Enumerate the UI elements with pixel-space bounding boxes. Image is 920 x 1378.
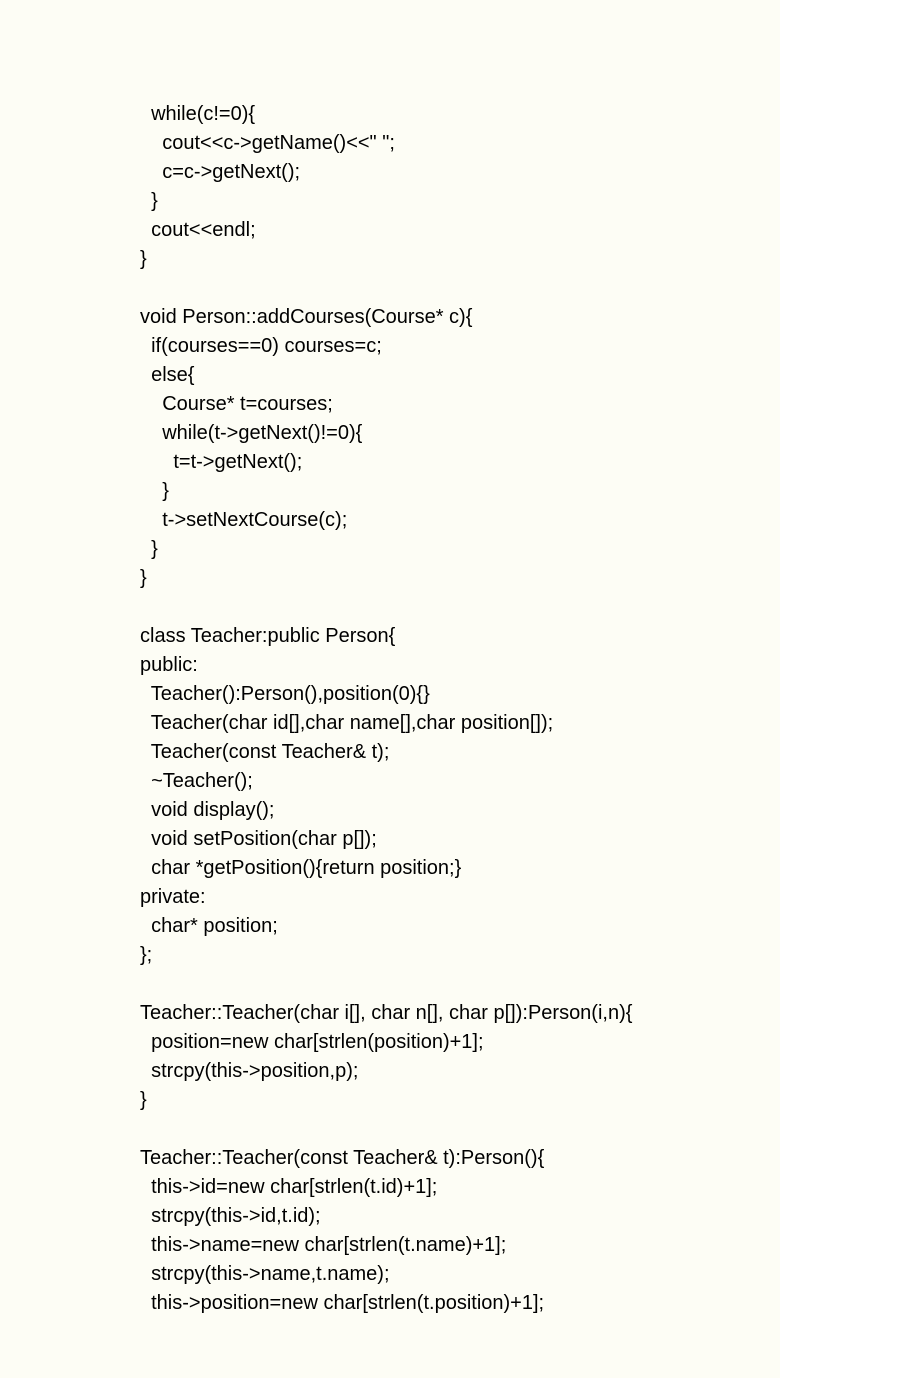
code-line [140,274,780,303]
code-block: while(c!=0){ cout<<c->getName()<<" "; c=… [140,100,780,1318]
code-line [140,593,780,622]
code-line: }; [140,941,780,970]
code-line: while(t->getNext()!=0){ [140,419,780,448]
code-line: t->setNextCourse(c); [140,506,780,535]
code-line: if(courses==0) courses=c; [140,332,780,361]
code-line [140,1115,780,1144]
code-line: public: [140,651,780,680]
code-line: char *getPosition(){return position;} [140,854,780,883]
code-line: Teacher::Teacher(char i[], char n[], cha… [140,999,780,1028]
code-line: } [140,187,780,216]
code-line: Teacher(const Teacher& t); [140,738,780,767]
code-line: void setPosition(char p[]); [140,825,780,854]
code-line: while(c!=0){ [140,100,780,129]
code-line: Teacher::Teacher(const Teacher& t):Perso… [140,1144,780,1173]
code-line: strcpy(this->name,t.name); [140,1260,780,1289]
code-line: strcpy(this->id,t.id); [140,1202,780,1231]
code-line: cout<<endl; [140,216,780,245]
document-page: while(c!=0){ cout<<c->getName()<<" "; c=… [0,0,780,1378]
code-line: Teacher(char id[],char name[],char posit… [140,709,780,738]
code-line: } [140,477,780,506]
code-line: private: [140,883,780,912]
code-line: this->name=new char[strlen(t.name)+1]; [140,1231,780,1260]
code-line: strcpy(this->position,p); [140,1057,780,1086]
code-line: c=c->getNext(); [140,158,780,187]
code-line [140,970,780,999]
code-line: void display(); [140,796,780,825]
code-line: } [140,1086,780,1115]
code-line: } [140,535,780,564]
code-line: else{ [140,361,780,390]
code-line: this->id=new char[strlen(t.id)+1]; [140,1173,780,1202]
code-line: } [140,564,780,593]
code-line: Teacher():Person(),position(0){} [140,680,780,709]
code-line: position=new char[strlen(position)+1]; [140,1028,780,1057]
code-line: ~Teacher(); [140,767,780,796]
code-line: void Person::addCourses(Course* c){ [140,303,780,332]
code-line: t=t->getNext(); [140,448,780,477]
code-line: Course* t=courses; [140,390,780,419]
code-line: char* position; [140,912,780,941]
code-line: this->position=new char[strlen(t.positio… [140,1289,780,1318]
code-line: } [140,245,780,274]
code-line: cout<<c->getName()<<" "; [140,129,780,158]
code-line: class Teacher:public Person{ [140,622,780,651]
